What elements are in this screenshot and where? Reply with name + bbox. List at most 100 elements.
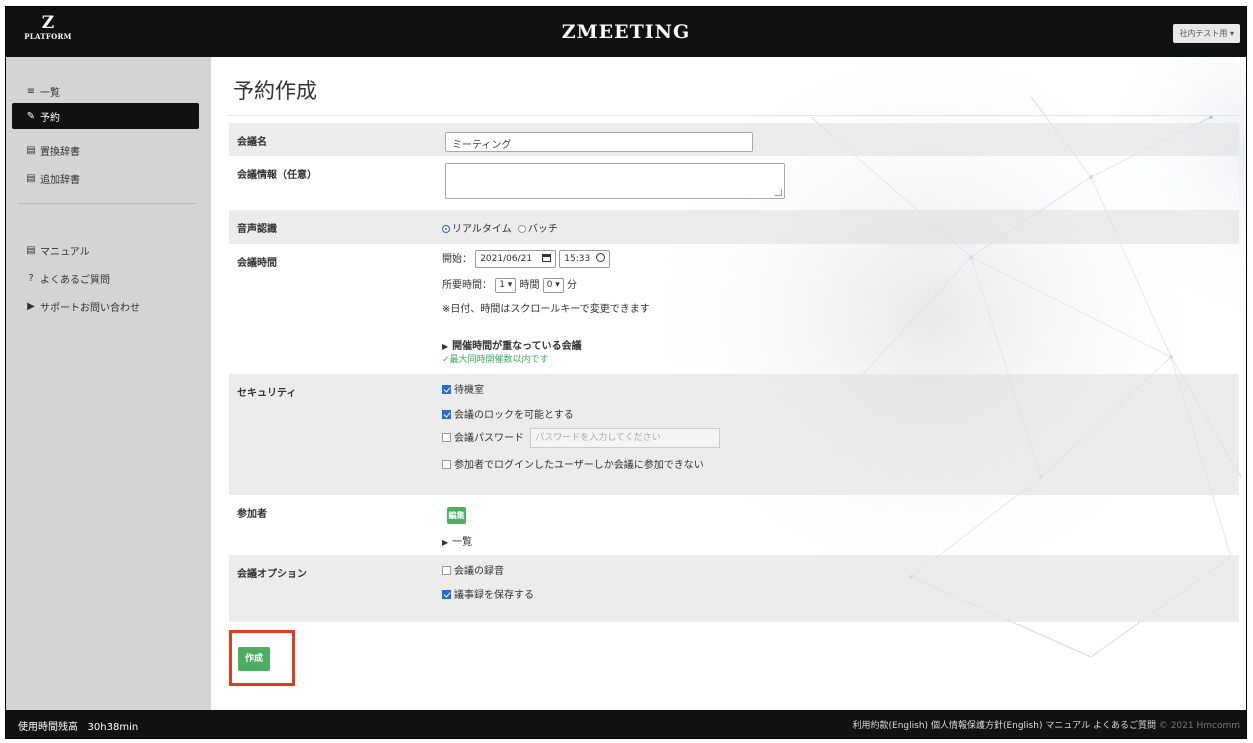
book-icon: ▤ <box>26 172 36 184</box>
sidebar-item-add-dictionary[interactable]: ▤ 追加辞書 <box>12 165 199 191</box>
meeting-time-label: 会議時間 <box>237 258 277 269</box>
start-time-input[interactable]: 15:33 <box>559 250 611 268</box>
book-icon: ▤ <box>26 244 36 256</box>
participants-list-toggle[interactable]: ▶ 一覧 <box>442 533 472 548</box>
meeting-password-checkbox[interactable] <box>442 433 451 442</box>
start-time-value: 15:33 <box>564 254 591 264</box>
scroll-note: ※日付、時間はスクロールキーで変更できます <box>442 304 650 315</box>
sidebar-item-label: 置換辞書 <box>40 146 80 158</box>
sidebar-item-label: サポートお問い合わせ <box>40 302 140 314</box>
faq-link[interactable]: よくあるご質問 <box>1093 721 1156 731</box>
login-only-label: 参加者でログインしたユーザーしか会議に参加できない <box>454 460 704 471</box>
caret-right-icon: ▶ <box>442 538 449 547</box>
meeting-password-label: 会議パスワード <box>454 433 524 444</box>
create-button-highlight <box>229 630 295 686</box>
meeting-info-textarea[interactable] <box>445 163 785 199</box>
app-title: ZMEETING <box>561 21 691 43</box>
overlap-status: ✓最大同時開催数以内です <box>442 355 549 365</box>
login-only-option[interactable]: 参加者でログインしたユーザーしか会議に参加できない <box>442 456 704 471</box>
caret-right-icon: ▶ <box>442 342 449 351</box>
question-icon: ? <box>28 272 34 284</box>
sidebar-item-list[interactable]: ≡ 一覧 <box>12 78 199 104</box>
sidebar-item-reservation[interactable]: ✎ 予約 <box>12 103 199 129</box>
meeting-time-row: 会議時間 開始： 2021/06/21 15:33 所要時間： 1 ▾ 時間 0… <box>229 244 1239 374</box>
sidebar-item-label: 追加辞書 <box>40 174 80 186</box>
clock-icon[interactable] <box>596 253 606 262</box>
meeting-name-input[interactable]: ミーティング <box>445 132 753 152</box>
hours-unit: 時間 <box>519 280 540 291</box>
batch-radio[interactable] <box>517 225 526 233</box>
meeting-password-option: 会議パスワード パスワードを入力してください <box>442 428 721 448</box>
save-minutes-checkbox[interactable] <box>442 590 451 599</box>
sidebar-item-manual[interactable]: ▤ マニュアル <box>12 237 199 263</box>
terms-link[interactable]: 利用約款(English) <box>853 721 929 731</box>
page-title: 予約作成 <box>233 79 317 103</box>
sidebar-item-label: 予約 <box>40 112 60 124</box>
participants-row: 参加者 編集 ▶ 一覧 <box>229 495 1239 555</box>
lock-meeting-option[interactable]: 会議のロックを可能とする <box>442 406 574 421</box>
remaining-time-value: 30h38min <box>87 722 139 733</box>
list-icon: ≡ <box>26 85 36 97</box>
duration-minutes-value: 0 <box>546 279 553 290</box>
record-meeting-option[interactable]: 会議の録音 <box>442 562 504 577</box>
sidebar-divider <box>18 203 196 204</box>
batch-radio-label: バッチ <box>527 224 558 235</box>
privacy-link[interactable]: 個人情報保護方針(English) <box>931 721 1043 731</box>
meeting-name-row: 会議名 ミーティング <box>229 123 1239 156</box>
save-minutes-option[interactable]: 議事録を保存する <box>442 586 534 601</box>
start-datetime: 開始： 2021/06/21 15:33 <box>442 250 611 268</box>
sidebar-item-replace-dictionary[interactable]: ▤ 置換辞書 <box>12 137 199 163</box>
sidebar-item-label: マニュアル <box>40 246 90 258</box>
realtime-radio-label: リアルタイム <box>452 224 512 235</box>
speech-recognition-row: 音声認識 リアルタイム バッチ <box>229 210 1239 244</box>
waiting-room-checkbox[interactable] <box>442 385 451 394</box>
meeting-options-label: 会議オプション <box>237 569 307 580</box>
user-menu-button[interactable]: 社内テスト用 ▾ <box>1173 24 1240 43</box>
calendar-icon[interactable] <box>542 254 552 262</box>
waiting-room-option[interactable]: 待機室 <box>442 381 484 396</box>
duration-minutes-select[interactable]: 0 ▾ <box>542 277 564 293</box>
overlap-toggle[interactable]: ▶ 開催時間が重なっている会議 <box>442 337 582 352</box>
title-divider <box>229 115 1239 116</box>
record-meeting-checkbox[interactable] <box>442 566 451 575</box>
remaining-time: 使用時間残高 30h38min <box>18 718 138 733</box>
overlap-toggle-label: 開催時間が重なっている会議 <box>452 341 582 352</box>
minutes-unit: 分 <box>567 280 577 291</box>
footer: 使用時間残高 30h38min 利用約款(English) 個人情報保護方針(E… <box>6 710 1246 738</box>
login-only-checkbox[interactable] <box>442 460 451 469</box>
pencil-icon: ✎ <box>26 110 36 122</box>
speech-mode-group: リアルタイム バッチ <box>442 220 558 235</box>
realtime-radio[interactable] <box>442 225 450 233</box>
manual-link[interactable]: マニュアル <box>1045 721 1090 731</box>
password-input[interactable]: パスワードを入力してください <box>530 428 721 448</box>
start-label: 開始： <box>442 254 472 265</box>
duration-hours-select[interactable]: 1 ▾ <box>495 277 517 293</box>
main-content: 予約作成 会議名 ミーティング 会議情報（任意） 音声認識 リアルタイム バッチ… <box>211 57 1246 710</box>
sidebar-item-label: 一覧 <box>40 87 60 99</box>
participants-label: 参加者 <box>237 509 267 520</box>
meeting-info-row: 会議情報（任意） <box>229 156 1239 210</box>
copyright: © 2021 Hmcomm <box>1158 721 1240 731</box>
security-row: セキュリティ 待機室 会議のロックを可能とする 会議パスワード パスワードを入力… <box>229 374 1239 495</box>
sidebar: ≡ 一覧 ✎ 予約 ▤ 置換辞書 ▤ 追加辞書 ▤ マニュアル ? よくあるご質… <box>6 57 211 710</box>
meeting-info-label: 会議情報（任意） <box>237 170 317 181</box>
sidebar-item-label: よくあるご質問 <box>40 274 110 286</box>
lock-meeting-checkbox[interactable] <box>442 410 451 419</box>
edit-participants-button[interactable]: 編集 <box>447 507 466 524</box>
sidebar-item-support[interactable]: ▶ サポートお問い合わせ <box>12 293 199 319</box>
record-meeting-label: 会議の録音 <box>454 566 504 577</box>
speech-recognition-label: 音声認識 <box>237 224 277 235</box>
meeting-name-label: 会議名 <box>237 137 267 148</box>
waiting-room-label: 待機室 <box>454 385 484 396</box>
participants-list-label: 一覧 <box>452 537 473 548</box>
duration-hours-value: 1 <box>499 279 505 290</box>
top-header: Z PLATFORM ZMEETING 社内テスト用 ▾ <box>6 7 1246 57</box>
book-icon: ▤ <box>26 144 36 156</box>
sidebar-item-faq[interactable]: ? よくあるご質問 <box>12 265 199 291</box>
start-date-value: 2021/06/21 <box>480 254 533 264</box>
duration-label: 所要時間： <box>442 280 492 291</box>
save-minutes-label: 議事録を保存する <box>454 590 534 601</box>
duration-group: 所要時間： 1 ▾ 時間 0 ▾ 分 <box>442 276 577 293</box>
support-icon: ▶ <box>27 300 35 312</box>
start-date-input[interactable]: 2021/06/21 <box>475 250 557 268</box>
